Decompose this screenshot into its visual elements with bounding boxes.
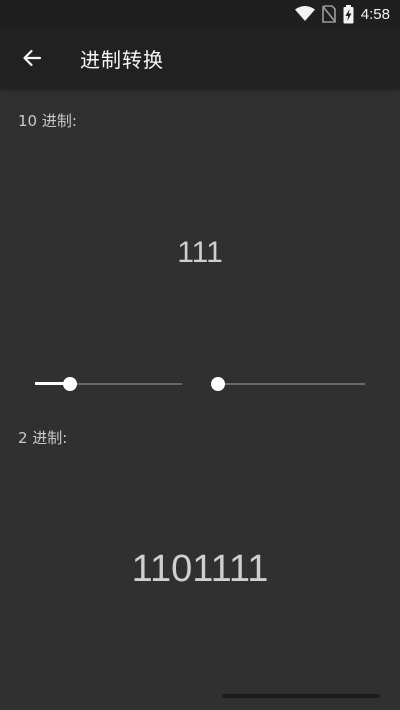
converter-screen: 4:58 进制转换 10 进制: 111 2 进制: 1101111 bbox=[0, 0, 400, 710]
back-button[interactable] bbox=[4, 28, 60, 88]
decimal-value[interactable]: 111 bbox=[0, 236, 400, 270]
app-bar: 进制转换 bbox=[0, 28, 400, 88]
slider-thumb[interactable] bbox=[63, 377, 78, 391]
binary-label: 2 进制: bbox=[18, 429, 68, 447]
navigation-handle[interactable] bbox=[222, 694, 380, 698]
binary-value[interactable]: 1101111 bbox=[0, 548, 400, 591]
slider-track bbox=[218, 383, 365, 385]
status-bar: 4:58 bbox=[0, 0, 400, 28]
source-base-slider[interactable] bbox=[35, 374, 182, 394]
decimal-label: 10 进制: bbox=[18, 112, 77, 130]
arrow-left-icon bbox=[23, 49, 42, 67]
slider-thumb[interactable] bbox=[211, 377, 225, 391]
target-base-slider[interactable] bbox=[211, 374, 365, 394]
wifi-icon bbox=[294, 6, 315, 21]
status-time: 4:58 bbox=[360, 5, 390, 23]
no-sim-icon bbox=[321, 5, 336, 23]
battery-charging-icon bbox=[343, 4, 354, 23]
page-title: 进制转换 bbox=[80, 47, 164, 72]
